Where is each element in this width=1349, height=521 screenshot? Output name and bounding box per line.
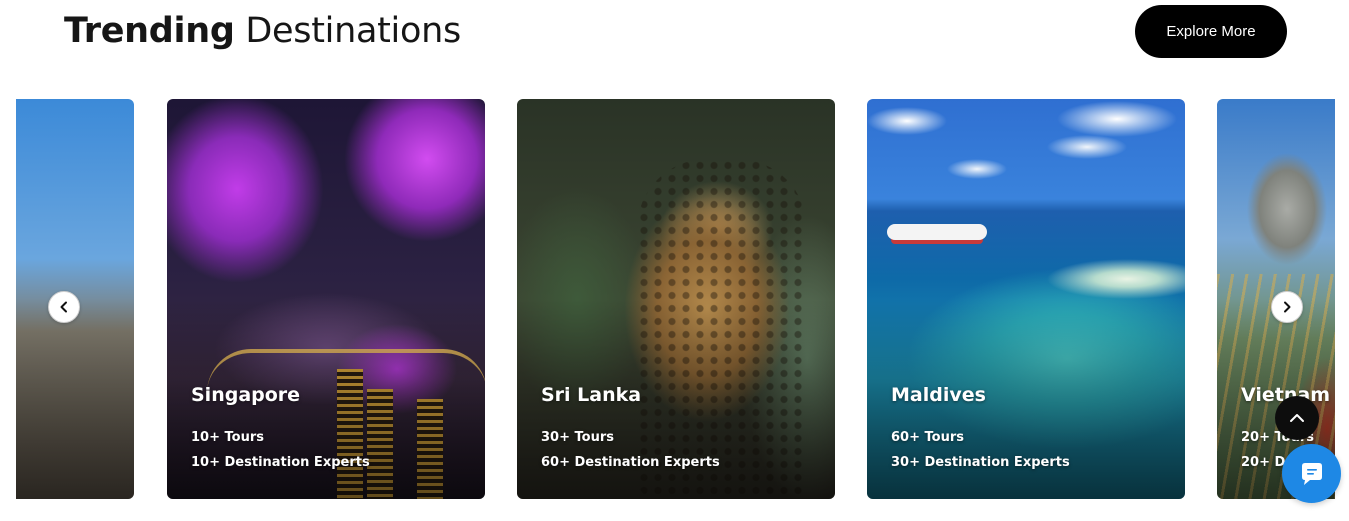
section-heading: Trending Destinations (64, 9, 461, 53)
chevron-right-icon (1284, 301, 1291, 313)
scroll-to-top-button[interactable] (1275, 396, 1319, 440)
card-image-detail (887, 224, 987, 240)
chat-widget-button[interactable] (1282, 444, 1341, 503)
destination-tours: 30+ Tours (541, 430, 614, 445)
chat-icon (1301, 462, 1322, 485)
chevron-left-icon (60, 301, 67, 313)
explore-more-button[interactable]: Explore More (1135, 5, 1287, 58)
carousel-prev-button[interactable] (48, 291, 80, 323)
heading-light-word: Destinations (245, 11, 461, 51)
card-overlay (16, 299, 134, 499)
chevron-up-icon (1290, 414, 1304, 422)
page: Trending Destinations Explore More Singa… (0, 0, 1349, 521)
destination-name: Maldives (891, 384, 986, 406)
destination-tours: 10+ Tours (191, 430, 264, 445)
destination-card-sri-lanka[interactable]: Sri Lanka 30+ Tours 60+ Destination Expe… (517, 99, 835, 499)
destination-name: Singapore (191, 384, 301, 406)
destination-tours: 60+ Tours (891, 430, 964, 445)
heading-bold-word: Trending (64, 11, 235, 51)
destination-experts: 60+ Destination Experts (541, 455, 720, 470)
destination-experts: 30+ Destination Experts (891, 455, 1070, 470)
carousel-next-button[interactable] (1271, 291, 1303, 323)
destination-card-maldives[interactable]: Maldives 60+ Tours 30+ Destination Exper… (867, 99, 1185, 499)
destinations-carousel: Singapore 10+ Tours 10+ Destination Expe… (16, 99, 1335, 499)
destination-experts: 10+ Destination Experts (191, 455, 370, 470)
destination-card-singapore[interactable]: Singapore 10+ Tours 10+ Destination Expe… (167, 99, 485, 499)
destination-name: Sri Lanka (541, 384, 642, 406)
